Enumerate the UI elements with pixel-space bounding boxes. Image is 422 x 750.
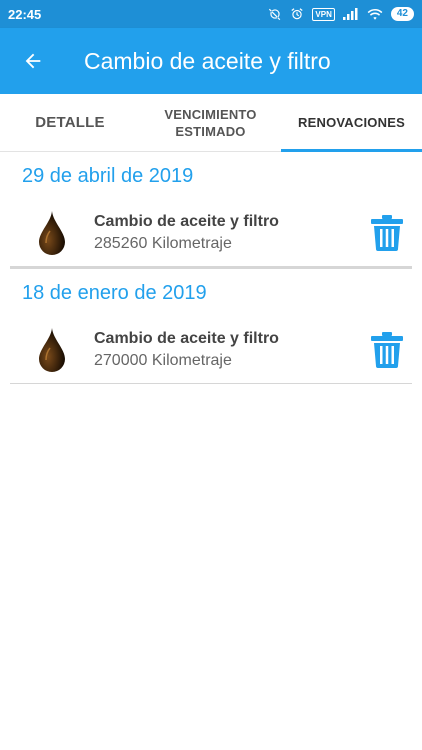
vpn-icon: VPN [312,7,335,21]
back-button[interactable] [0,28,66,94]
tab-detalle[interactable]: DETALLE [0,94,140,151]
arrow-back-icon [25,53,41,69]
renewals-list: 29 de abril de 2019 Cambio de aceite y f… [10,152,412,384]
tab-bar: DETALLE VENCIMIENTO ESTIMADO RENOVACIONE… [0,94,422,152]
list-item[interactable]: Cambio de aceite y filtro 270000 Kilomet… [10,317,412,383]
oil-drop-icon [10,327,94,373]
tab-vencimiento-estimado[interactable]: VENCIMIENTO ESTIMADO [140,94,281,151]
divider [10,383,412,384]
entry-title: Cambio de aceite y filtro [94,330,279,347]
date-header: 18 de enero de 2019 [22,282,207,304]
status-time: 22:45 [8,6,42,22]
entry-subtitle: 270000 Kilometraje [94,352,232,369]
entry-subtitle: 285260 Kilometraje [94,235,232,252]
date-header: 29 de abril de 2019 [22,165,194,187]
tab-renovaciones[interactable]: RENOVACIONES [281,94,422,152]
oil-drop-icon [10,210,94,256]
delete-button[interactable] [362,332,412,368]
wifi-icon [367,8,383,20]
alarm-clock-icon [291,8,304,20]
delete-button[interactable] [362,215,412,251]
status-bar: 22:45 VPN 42 [0,0,422,28]
trash-icon [371,332,403,368]
signal-icon [342,8,358,20]
tab-label: VENCIMIENTO ESTIMADO [164,106,257,139]
entry-title: Cambio de aceite y filtro [94,213,279,230]
app-bar: Cambio de aceite y filtro [0,28,422,94]
alarm-off-icon [269,8,281,21]
trash-icon [371,215,403,251]
tab-label: RENOVACIONES [298,115,405,130]
page-title: Cambio de aceite y filtro [84,47,331,74]
tab-label: DETALLE [35,114,105,131]
status-icons: VPN 42 [268,7,414,21]
battery-icon: 42 [390,7,414,21]
list-item[interactable]: Cambio de aceite y filtro 285260 Kilomet… [10,200,412,266]
